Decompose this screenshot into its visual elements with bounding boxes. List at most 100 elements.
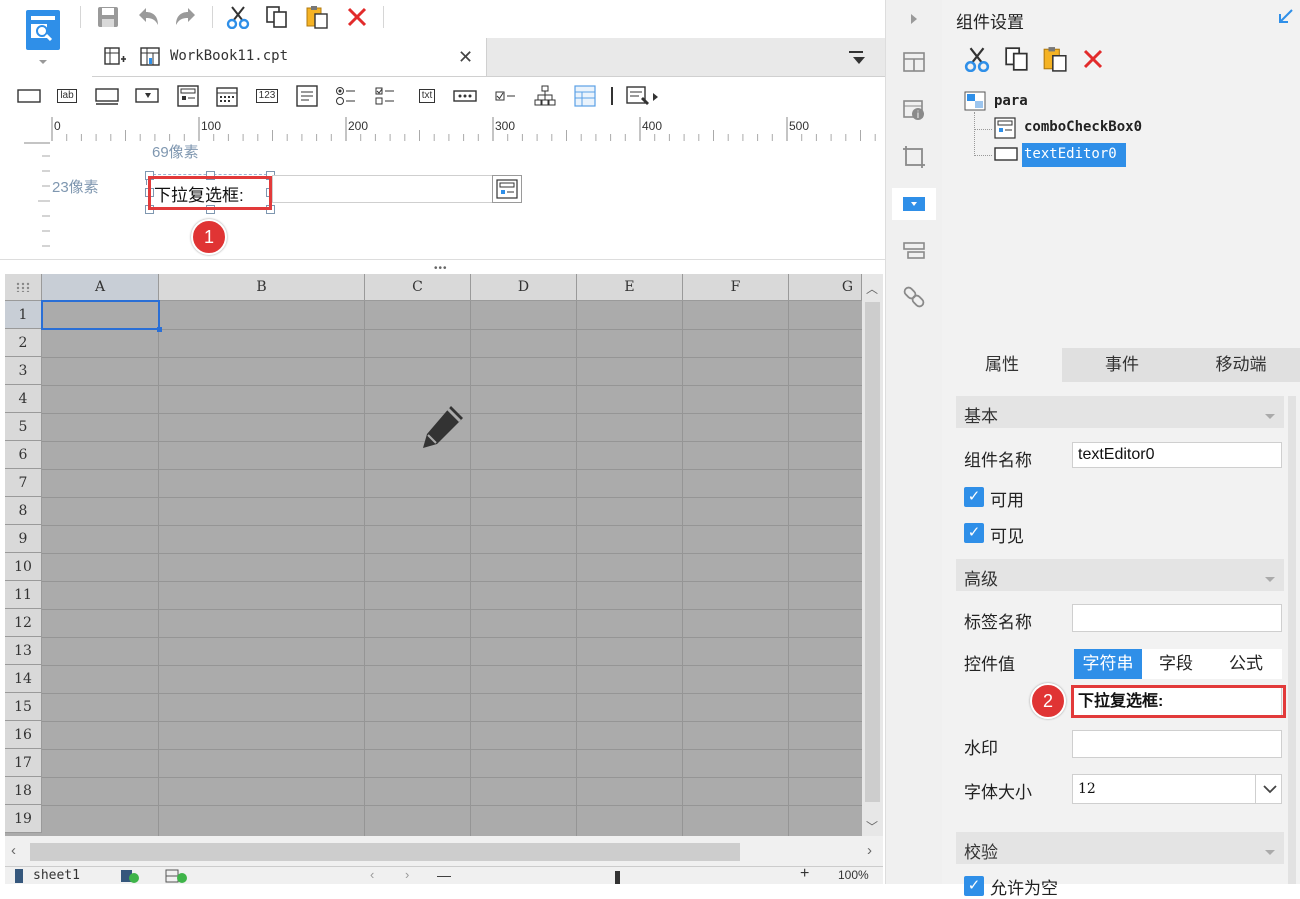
sheet-tab-label[interactable]: sheet1 [33,868,80,883]
zoom-slider-thumb[interactable] [615,871,620,884]
scrollbar-thumb[interactable] [30,843,740,861]
value-type-formula-tab[interactable]: 公式 [1210,649,1282,679]
row-header[interactable]: 16 [5,721,42,749]
button-widget-icon[interactable] [16,84,42,108]
row-header[interactable]: 14 [5,665,42,693]
column-header[interactable]: F [683,274,789,301]
chevron-down-icon[interactable] [1255,774,1284,804]
row-header[interactable]: 17 [5,749,42,777]
font-size-select[interactable]: 12 [1072,774,1282,804]
tree-node-text-editor[interactable]: textEditor0 [1024,146,1117,162]
enabled-checkbox[interactable]: ✓ [964,487,984,507]
tab-properties[interactable]: 属性 [942,348,1062,382]
delete-icon[interactable] [344,4,370,30]
tab-events[interactable]: 事件 [1062,348,1182,382]
date-widget-icon[interactable] [214,84,240,108]
splitter-grip-icon[interactable]: ••• [434,263,448,274]
scroll-left-icon[interactable]: ‹ [11,842,16,859]
password-widget-icon[interactable] [452,84,478,108]
row-header[interactable]: 8 [5,497,42,525]
new-sheet-icon[interactable] [104,47,126,70]
cut-icon[interactable] [225,4,251,30]
watermark-input[interactable] [1072,730,1282,758]
row-header[interactable]: 4 [5,385,42,413]
row-header[interactable]: 15 [5,693,42,721]
combobox-widget-icon[interactable] [134,84,160,108]
value-type-string-tab[interactable]: 字符串 [1074,649,1142,679]
add-poly-sheet-icon[interactable] [165,868,199,884]
chevron-down-icon[interactable] [1264,572,1276,587]
table-tree-widget-icon[interactable] [572,84,598,108]
chevron-down-icon[interactable] [1264,845,1276,860]
close-icon[interactable]: ✕ [458,47,473,68]
widget-settings-icon[interactable] [892,188,936,220]
scroll-up-icon[interactable]: ︿ [866,280,878,297]
section-advanced[interactable]: 高级 [956,559,1284,591]
prev-sheet-icon[interactable]: ‹ [370,867,374,882]
layout-icon[interactable] [900,48,928,76]
column-header[interactable]: A [42,274,159,301]
link-icon[interactable] [900,283,928,311]
radio-group-widget-icon[interactable] [333,84,359,108]
scrollbar-thumb[interactable] [865,302,880,802]
section-basic[interactable]: 基本 [956,396,1284,428]
panel-scrollbar[interactable] [1288,396,1296,884]
text-widget-icon[interactable]: txt [413,84,441,108]
row-header[interactable]: 19 [5,805,42,833]
undo-icon[interactable] [135,4,161,30]
row-header[interactable]: 6 [5,441,42,469]
select-all-icon[interactable] [5,274,42,301]
redo-icon[interactable] [173,4,199,30]
save-icon[interactable] [95,4,121,30]
cut-icon[interactable] [964,46,990,75]
column-header[interactable]: E [577,274,683,301]
vertical-scrollbar[interactable]: ︿ ﹀ [862,274,883,836]
template-menu-icon[interactable] [22,6,64,64]
widget-name-input[interactable]: textEditor0 [1072,442,1282,468]
column-header[interactable]: C [365,274,471,301]
scroll-down-icon[interactable]: ﹀ [866,818,878,835]
row-header[interactable]: 13 [5,637,42,665]
add-sheet-icon[interactable] [120,868,154,884]
column-header[interactable]: D [471,274,577,301]
document-tab[interactable]: WorkBook11.cpt ✕ [92,38,487,76]
row-header[interactable]: 2 [5,329,42,357]
checkbox-widget-icon[interactable] [492,84,518,108]
combo-checkbox-widget[interactable] [272,175,522,203]
tab-list-icon[interactable] [849,50,867,69]
column-header[interactable]: B [159,274,365,301]
textarea-widget-icon[interactable] [294,84,320,108]
allow-empty-checkbox[interactable]: ✓ [964,876,984,896]
tag-name-input[interactable] [1072,604,1282,632]
row-header[interactable]: 7 [5,469,42,497]
zoom-out-icon[interactable]: — [437,867,451,883]
chevron-down-icon[interactable] [1264,409,1276,424]
row-header[interactable]: 3 [5,357,42,385]
spreadsheet-grid[interactable]: A B C D E F G 1 2 3 4 5 6 7 8 9 10 11 12… [5,274,883,836]
panel-collapse-icon[interactable] [1278,8,1294,27]
row-header[interactable]: 9 [5,525,42,553]
next-sheet-icon[interactable]: › [405,867,409,882]
row-header[interactable]: 5 [5,413,42,441]
row-header[interactable]: 11 [5,581,42,609]
tree-widget-icon[interactable] [532,84,558,108]
row-header[interactable]: 12 [5,609,42,637]
horizontal-scrollbar[interactable]: ‹ › [5,836,883,866]
collapse-arrow-icon[interactable] [900,5,928,33]
tree-node-para[interactable]: para [994,93,1028,109]
number-widget-icon[interactable]: 123 [253,84,281,108]
more-widgets-icon[interactable] [624,84,662,108]
copy-icon[interactable] [264,4,290,30]
section-validate[interactable]: 校验 [956,832,1284,864]
pane-splitter[interactable]: ••• [0,259,885,274]
text-field-widget-icon[interactable] [94,84,120,108]
visible-checkbox[interactable]: ✓ [964,523,984,543]
delete-icon[interactable] [1082,48,1104,73]
column-header[interactable]: G [789,274,862,301]
value-type-field-tab[interactable]: 字段 [1142,649,1210,679]
frame-icon[interactable] [900,143,928,171]
paste-icon[interactable] [304,4,330,30]
scroll-right-icon[interactable]: › [867,842,872,859]
parameter-panel-icon[interactable] [900,237,928,265]
row-header[interactable]: 1 [5,301,42,329]
